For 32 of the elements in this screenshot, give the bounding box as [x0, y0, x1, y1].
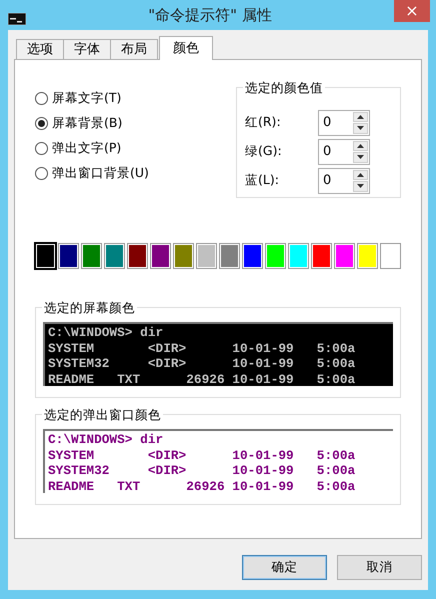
color-swatch[interactable] — [35, 243, 56, 269]
color-swatch[interactable] — [311, 243, 332, 269]
radio-option[interactable]: 屏幕文字(T) — [35, 86, 149, 111]
tab[interactable]: 颜色 — [159, 36, 213, 60]
field-label: 红(R): — [245, 113, 282, 132]
color-swatch[interactable] — [242, 243, 263, 269]
color-swatch[interactable] — [81, 243, 102, 269]
radio-option[interactable]: 弹出文字(P) — [35, 136, 149, 161]
cancel-button[interactable]: 取消 — [337, 555, 422, 580]
color-swatch[interactable] — [58, 243, 79, 269]
window-title: "命令提示符" 属性 — [147, 4, 273, 26]
color-swatch[interactable] — [219, 243, 240, 269]
color-swatch[interactable] — [104, 243, 125, 269]
color-swatch[interactable] — [196, 243, 217, 269]
tab[interactable]: 布局 — [110, 39, 158, 60]
field-label: 绿(G): — [245, 142, 283, 160]
ok-button[interactable]: 确定 — [242, 555, 327, 580]
color-swatch[interactable] — [357, 243, 378, 269]
color-swatch[interactable] — [150, 243, 171, 269]
color-swatch[interactable] — [334, 243, 355, 269]
color-swatch[interactable] — [265, 243, 286, 269]
console-preview: C:\WINDOWS> dir SYSTEM <DIR> 10-01-99 5:00a SYSTEM32 <DIR> 10-01-99 5:00a README TXT 26926 10-01-99 5:00a — [43, 429, 393, 493]
color-swatch[interactable] — [288, 243, 309, 269]
radio-option[interactable]: 弹出窗口背景(U) — [35, 161, 149, 186]
color-swatch[interactable] — [127, 243, 148, 269]
radio-option[interactable]: 屏幕背景(B) — [35, 111, 149, 136]
color-swatch[interactable] — [380, 243, 401, 269]
tab[interactable]: 选项 — [16, 39, 64, 60]
color-swatch[interactable] — [173, 243, 194, 269]
close-button[interactable]: × — [394, 0, 430, 22]
field-label: 蓝(L): — [245, 171, 280, 190]
console-preview: C:\WINDOWS> dir SYSTEM <DIR> 10-01-99 5:00a SYSTEM32 <DIR> 10-01-99 5:00a README TXT 26926 10-01-99 5:00a — [43, 322, 393, 386]
